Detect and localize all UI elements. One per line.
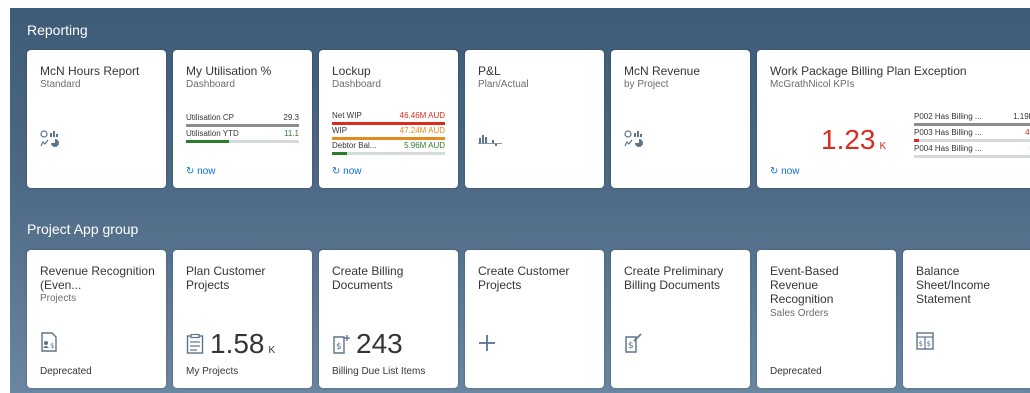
refresh-indicator[interactable]: ↻ now <box>332 166 362 177</box>
tile-subtitle: Standard <box>40 79 81 90</box>
bar-chart-icon <box>478 132 502 148</box>
refresh-label: now <box>197 166 216 177</box>
tile-mcn-revenue[interactable]: McN Revenue by Project <box>611 50 750 188</box>
tile-footer: Deprecated <box>40 366 92 377</box>
kpi-unit: K <box>879 141 887 152</box>
row-bar <box>332 152 347 155</box>
row-value: 46.46M AUD <box>399 111 445 120</box>
row-value: 29.3 <box>283 113 299 122</box>
row-label: P003 Has Billing ... <box>914 128 982 137</box>
customer-money-icon: $ <box>40 332 58 357</box>
row-value: 5.96M AUD <box>404 141 445 150</box>
tile-subtitle: Dashboard <box>332 79 381 90</box>
analytics-app-icon <box>624 130 646 150</box>
row-bar <box>186 124 299 127</box>
row-bar <box>332 122 445 125</box>
tile-title: P&L <box>478 64 501 78</box>
row-label: P004 Has Billing ... <box>914 144 982 153</box>
tile-title: Create Preliminary Billing Documents <box>624 264 724 292</box>
svg-text:$: $ <box>50 342 54 350</box>
tile-title: Create Customer Projects <box>478 264 570 292</box>
tile-title: Revenue Recognition (Even... <box>40 264 155 292</box>
refresh-icon: ↻ <box>186 166 195 177</box>
tile-title: My Utilisation % <box>186 64 272 78</box>
tile-title: Lockup <box>332 64 371 78</box>
row-label: Net WIP <box>332 111 362 120</box>
balance-sheet-icon: $ $ <box>916 332 934 355</box>
tile-subtitle: Plan/Actual <box>478 79 529 90</box>
kpi-value: 1.58 K <box>210 328 276 359</box>
tile-event-based-revenue-recognition[interactable]: Event-Based Revenue Recognition Sales Or… <box>757 250 896 388</box>
row-label: WIP <box>332 126 348 135</box>
refresh-indicator[interactable]: ↻ now <box>770 166 800 177</box>
tile-create-preliminary-billing-documents[interactable]: Create Preliminary Billing Documents $ <box>611 250 750 388</box>
svg-text:$: $ <box>628 341 634 351</box>
svg-text:$: $ <box>336 342 342 352</box>
row-label: Utilisation YTD <box>186 129 239 138</box>
refresh-label: now <box>343 166 362 177</box>
tile-subtitle: McGrathNicol KPIs <box>770 79 855 90</box>
edit-document-icon: $ <box>624 333 644 358</box>
tile-title: Create Billing Documents <box>332 264 404 292</box>
row-bar <box>914 139 919 142</box>
tile-title: McN Revenue <box>624 64 701 78</box>
tile-subtitle: by Project <box>624 79 669 90</box>
tile-create-billing-documents[interactable]: Create Billing Documents $ 243 Billing D… <box>319 250 458 388</box>
row-bar <box>332 137 445 140</box>
tile-revenue-recognition[interactable]: Revenue Recognition (Even... Projects $ … <box>27 250 166 388</box>
refresh-icon: ↻ <box>332 166 341 177</box>
tile-footer: Deprecated <box>770 366 822 377</box>
tile-my-utilisation[interactable]: My Utilisation % Dashboard Utilisation C… <box>173 50 312 188</box>
tile-create-customer-projects[interactable]: Create Customer Projects <box>465 250 604 388</box>
tile-subtitle: Projects <box>40 293 77 304</box>
row-label: Utilisation CP <box>186 113 235 122</box>
refresh-indicator[interactable]: ↻ now <box>186 166 216 177</box>
tile-title: Plan Customer Projects <box>186 264 266 292</box>
tile-title: Balance Sheet/Income Statement <box>916 264 991 306</box>
tile-subtitle: Sales Orders <box>770 308 829 319</box>
tile-subtitle: Dashboard <box>186 79 235 90</box>
tile-title: Work Package Billing Plan Exception <box>770 64 967 78</box>
tile-mcn-hours-report[interactable]: McN Hours Report Standard <box>27 50 166 188</box>
kpi-unit: K <box>268 345 276 356</box>
create-invoice-icon: $ <box>332 334 352 359</box>
refresh-icon: ↻ <box>770 166 779 177</box>
tile-footer: My Projects <box>186 366 239 377</box>
tile-title: Event-Based Revenue Recognition <box>770 264 839 306</box>
tile-balance-sheet-income-statement[interactable]: Balance Sheet/Income Statement $ $ <box>903 250 1030 388</box>
tile-work-package-billing-plan-exception[interactable]: Work Package Billing Plan Exception McGr… <box>757 50 1030 188</box>
tile-footer: Billing Due List Items <box>332 366 426 377</box>
refresh-label: now <box>781 166 800 177</box>
svg-text:$: $ <box>927 340 931 348</box>
analytics-app-icon <box>40 130 62 150</box>
project-list-icon <box>186 333 204 359</box>
kpi-value: 243 <box>356 328 403 359</box>
tile-pl[interactable]: P&L Plan/Actual <box>465 50 604 188</box>
row-label: Debtor Bal... <box>332 141 377 150</box>
group-title-reporting: Reporting <box>27 22 88 38</box>
launchpad-shell: Reporting McN Hours Report Standard My U… <box>10 8 1030 393</box>
row-label: P002 Has Billing ... <box>914 112 982 121</box>
tile-title: McN Hours Report <box>40 64 140 78</box>
tile-plan-customer-projects[interactable]: Plan Customer Projects 1.58 K My Projects <box>173 250 312 388</box>
kpi-value: 1.23 K <box>821 124 887 155</box>
add-icon <box>478 334 496 357</box>
row-value: 47.24M AUD <box>399 126 445 135</box>
row-bar <box>914 123 1030 126</box>
group-title-project-app-group: Project App group <box>27 221 139 237</box>
row-value: 11.1 <box>284 129 299 138</box>
svg-text:$: $ <box>919 340 923 348</box>
tile-lockup[interactable]: Lockup Dashboard Net WIP 46.46M AUD WIP … <box>319 50 458 188</box>
row-value: 1.19K <box>1013 112 1030 121</box>
row-value: 49 <box>1025 128 1030 137</box>
row-bar <box>186 140 229 143</box>
